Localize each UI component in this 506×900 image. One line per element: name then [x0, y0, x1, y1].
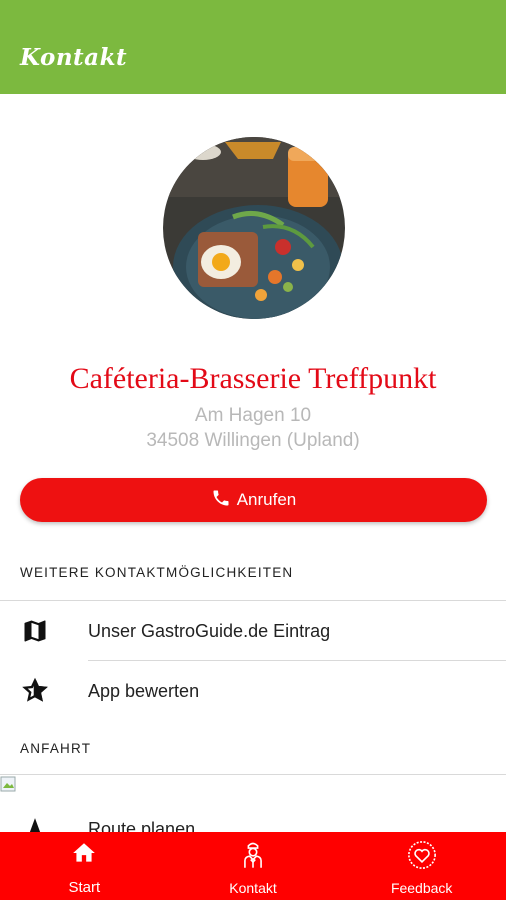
divider — [88, 660, 506, 661]
phone-icon — [211, 488, 231, 513]
address-street: Am Hagen 10 — [194, 405, 312, 426]
heart-icon — [407, 840, 437, 875]
list-item-rate-app[interactable]: App bewerten — [0, 662, 506, 720]
star-icon — [20, 676, 50, 706]
tab-label: Start — [68, 879, 101, 896]
list-item-label: Unser GastroGuide.de Eintrag — [88, 620, 331, 641]
section-heading-directions: ANFAHRT — [20, 741, 92, 756]
tab-label: Feedback — [390, 880, 453, 896]
list-item-label: App bewerten — [88, 680, 200, 701]
tab-kontakt[interactable]: Kontakt — [169, 832, 338, 900]
map-icon — [20, 616, 50, 646]
address-city: 34508 Willingen (Upland) — [146, 430, 360, 451]
waiter-icon — [239, 840, 267, 875]
call-button[interactable]: Anrufen — [20, 478, 487, 522]
restaurant-photo — [163, 137, 345, 319]
page-title: Kontakt — [20, 44, 128, 71]
business-name: Caféteria-Brasserie Treffpunkt — [69, 362, 437, 395]
call-button-label: Anrufen — [236, 490, 297, 509]
section-heading-contact: WEITERE KONTAKTMÖGLICHKEITEN — [20, 565, 294, 580]
tab-feedback[interactable]: Feedback — [337, 832, 506, 900]
top-app-bar: Kontakt — [0, 0, 506, 94]
broken-map-image — [0, 776, 18, 794]
list-item-gastroguide[interactable]: Unser GastroGuide.de Eintrag — [0, 602, 506, 660]
bottom-navigation: Start Kontakt Feedback — [0, 832, 506, 900]
tab-label: Kontakt — [229, 880, 277, 896]
tab-start[interactable]: Start — [0, 832, 169, 900]
home-icon — [71, 840, 97, 871]
divider — [0, 774, 506, 775]
divider — [0, 600, 506, 601]
